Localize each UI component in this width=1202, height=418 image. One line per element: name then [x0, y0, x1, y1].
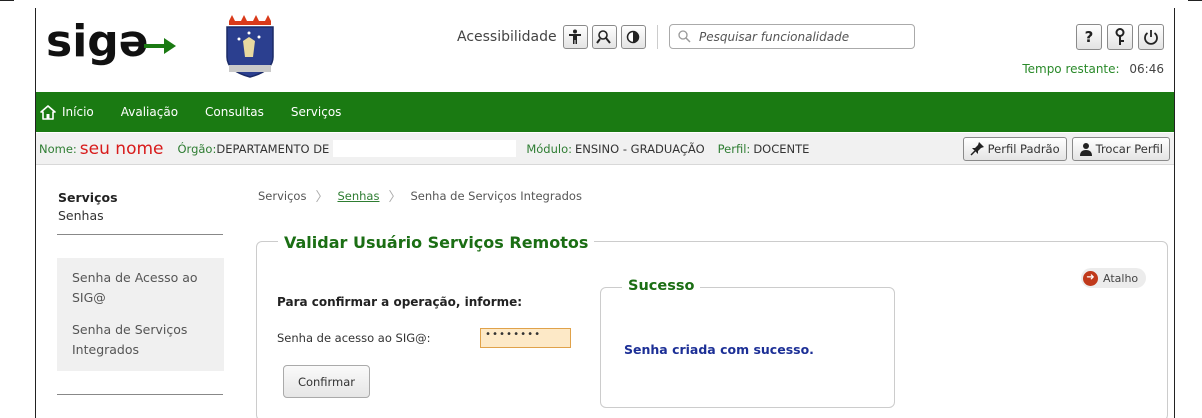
nav-avaliacao-label: Avaliação	[120, 105, 179, 119]
nav-servicos[interactable]: Serviços	[291, 105, 342, 119]
search-icon	[678, 30, 691, 43]
top-actions: ?	[1071, 24, 1164, 50]
modulo-label: Módulo:	[526, 141, 572, 156]
accessibility-person-icon[interactable]	[562, 25, 588, 49]
perfil-label: Perfil:	[717, 141, 751, 156]
user-icon	[1079, 142, 1092, 156]
breadcrumb-senhas[interactable]: Senhas	[337, 189, 379, 203]
key-icon[interactable]	[1107, 24, 1133, 50]
zoom-icon[interactable]	[591, 25, 617, 49]
password-field[interactable]: ••••••••	[480, 328, 571, 348]
perfil-actions: Perfil Padrão Trocar Perfil	[962, 136, 1170, 161]
perfil-padrao-button[interactable]: Perfil Padrão	[962, 136, 1067, 161]
accessibility-bar: Acessibilidade	[457, 24, 667, 50]
nav-inicio-label: Início	[62, 105, 94, 119]
timer-value: 06:46	[1129, 62, 1164, 76]
trocar-perfil-label: Trocar Perfil	[1095, 141, 1163, 156]
home-icon	[40, 104, 56, 120]
sidebar-divider-bottom	[57, 394, 223, 395]
sidebar-menu: Senha de Acesso ao SIG@ Senha de Serviço…	[57, 258, 224, 371]
power-icon[interactable]	[1138, 24, 1164, 50]
help-button[interactable]: ?	[1076, 24, 1102, 50]
instruction-text: Para confirmar a operação, informe:	[277, 295, 523, 309]
success-message: Senha criada com sucesso.	[624, 342, 814, 357]
header: sigə Acessibilidade Pesquisar funcionali…	[36, 8, 1174, 92]
divider	[656, 25, 658, 49]
help-icon: ?	[1084, 28, 1094, 46]
user-info-bar: Nome: seu nome Órgão: DEPARTAMENTO DE Mó…	[36, 133, 1174, 165]
pin-icon	[970, 142, 984, 156]
breadcrumb: Serviços 〉 Senhas 〉 Senha de Serviços In…	[258, 186, 582, 206]
validation-title: Validar Usuário Serviços Remotos	[278, 233, 595, 252]
contrast-icon[interactable]	[620, 25, 646, 49]
nome-label: Nome:	[39, 141, 77, 156]
orgao-value: DEPARTAMENTO DE	[216, 141, 330, 156]
timer-label: Tempo restante:	[1022, 62, 1120, 76]
modulo-value: ENSINO - GRADUAÇÃO	[574, 141, 705, 156]
shortcut-arrow-icon: ➜	[1083, 270, 1098, 286]
breadcrumb-servicos[interactable]: Serviços	[258, 189, 306, 203]
page: sigə Acessibilidade Pesquisar funcionali…	[35, 8, 1175, 418]
orgao-label: Órgão:	[177, 141, 217, 156]
orgao-redacted-box	[333, 140, 517, 157]
confirm-button[interactable]: Confirmar	[283, 365, 370, 398]
password-label: Senha de acesso ao SIG@:	[277, 331, 431, 345]
nav-servicos-label: Serviços	[290, 105, 342, 119]
search-input[interactable]	[699, 29, 899, 44]
sidebar-title: Serviços	[58, 190, 118, 205]
search-box	[669, 24, 915, 49]
window-top-edge	[0, 0, 1202, 1]
session-timer: Tempo restante: 06:46	[1022, 62, 1164, 76]
breadcrumb-separator-icon: 〉	[315, 190, 329, 205]
main-nav: Início Avaliação Consultas Serviços	[36, 92, 1174, 132]
nome-value: seu nome	[79, 138, 164, 159]
accessibility-label: Acessibilidade	[457, 29, 557, 45]
nav-consultas-label: Consultas	[205, 105, 264, 119]
atalho-label: Atalho	[1103, 271, 1139, 285]
nav-consultas[interactable]: Consultas	[205, 105, 264, 119]
nav-avaliacao[interactable]: Avaliação	[121, 105, 178, 119]
sidebar-subtitle: Senhas	[58, 208, 104, 223]
nav-inicio[interactable]: Início	[40, 104, 94, 120]
sidebar-divider	[57, 234, 223, 235]
perfil-value: DOCENTE	[753, 141, 810, 156]
perfil-padrao-label: Perfil Padrão	[987, 141, 1060, 156]
breadcrumb-separator-icon: 〉	[388, 190, 402, 205]
siga-logo[interactable]: sigə	[46, 16, 176, 72]
breadcrumb-current: Senha de Serviços Integrados	[410, 188, 582, 203]
university-crest	[219, 13, 279, 83]
trocar-perfil-button[interactable]: Trocar Perfil	[1071, 136, 1170, 161]
sidebar-item-senha-servicos[interactable]: Senha de Serviços Integrados	[72, 320, 212, 360]
sidebar-item-senha-acesso[interactable]: Senha de Acesso ao SIG@	[72, 268, 212, 308]
atalho-button[interactable]: ➜ Atalho	[1081, 268, 1147, 288]
success-title: Sucesso	[622, 278, 701, 294]
logo-text: sigə	[46, 16, 149, 67]
